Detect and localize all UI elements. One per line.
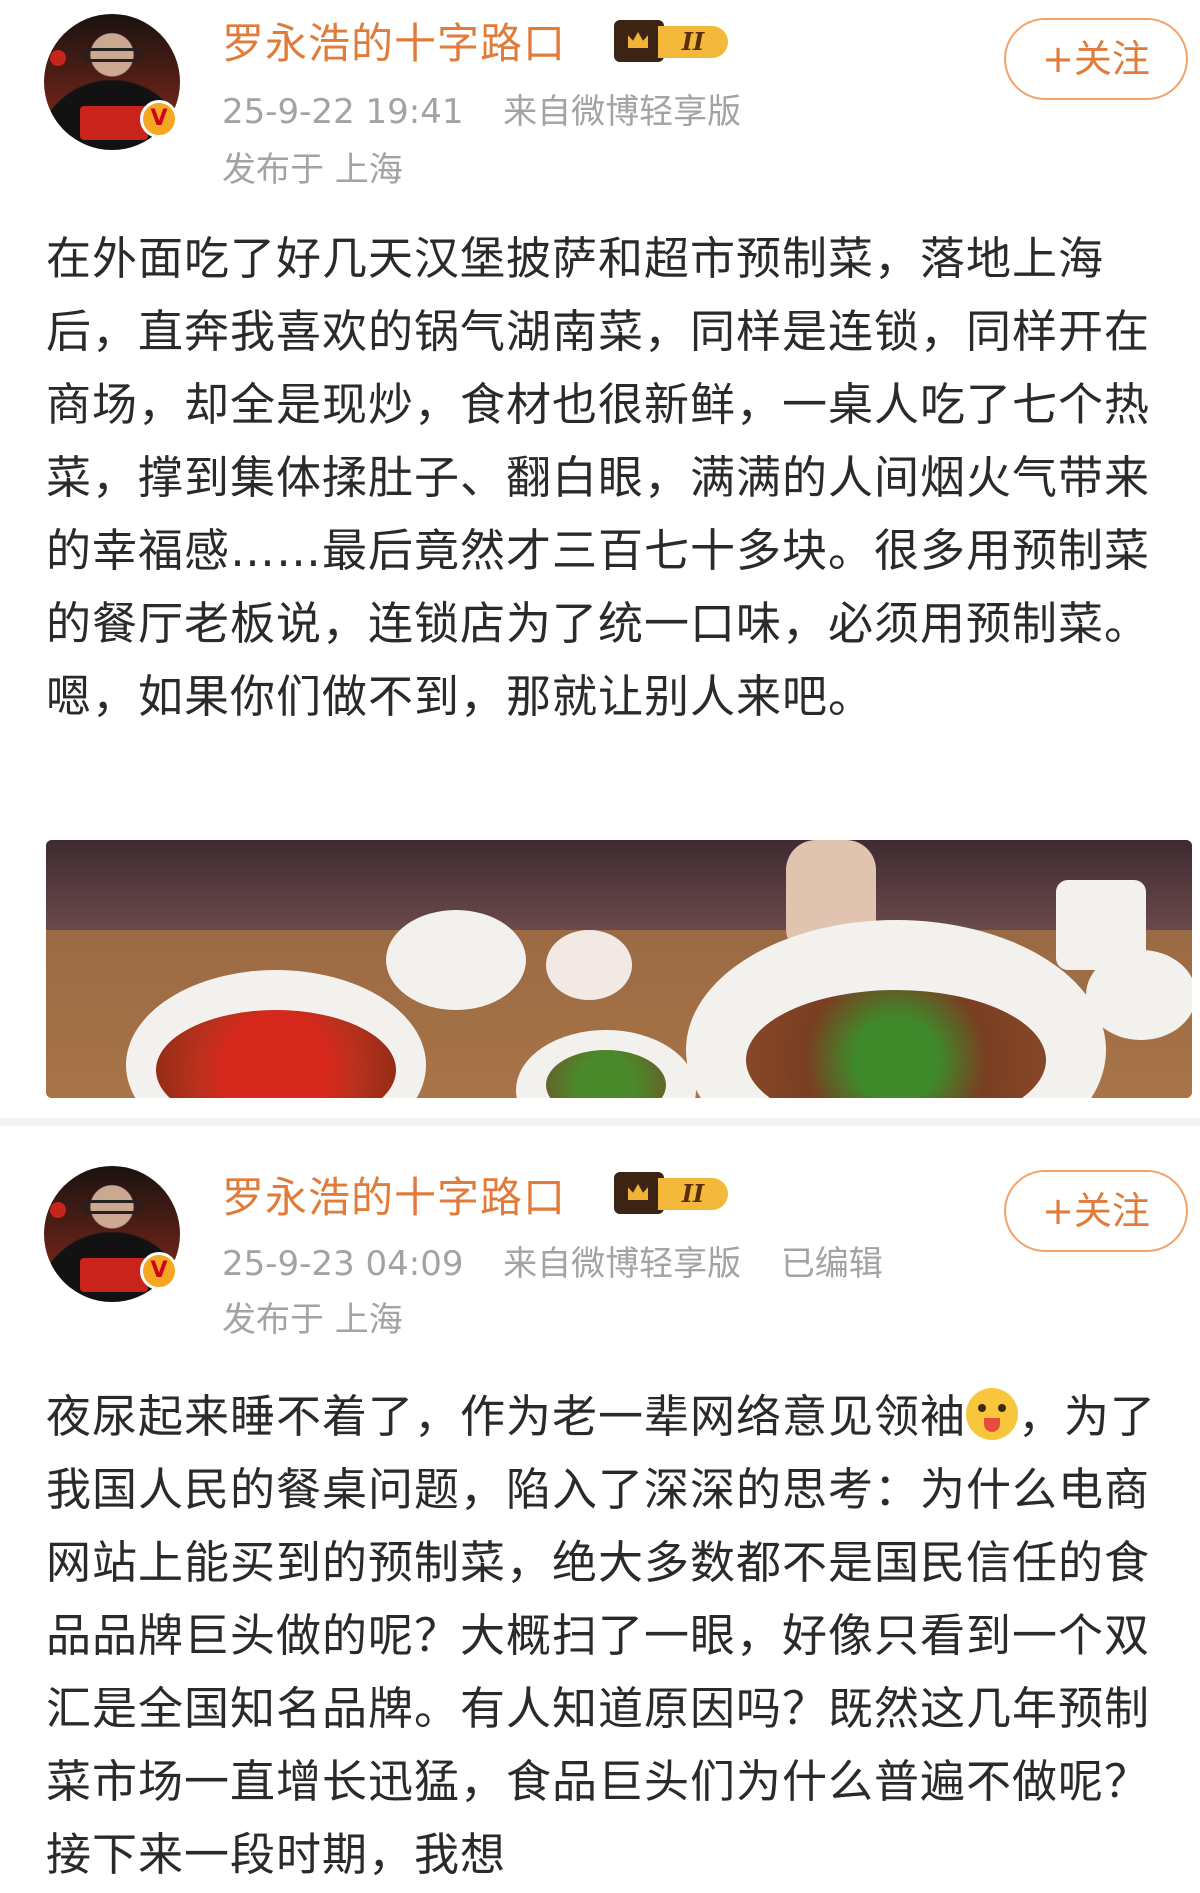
avatar-glasses xyxy=(82,48,142,62)
verified-icon: V xyxy=(140,1252,178,1290)
post-text-part: ，为了我国人民的餐桌问题，陷入了深深的思考：为什么电商网站上能买到的预制菜，绝大… xyxy=(46,1390,1157,1881)
post-location: 发布于 上海 xyxy=(222,150,403,190)
weibo-post: V 罗永浩的十字路口 II 25-9-23 04:09 来自微博轻享版 已编辑 … xyxy=(0,1126,1200,1893)
post-meta: 25-9-22 19:41 来自微博轻享版 xyxy=(222,84,741,133)
edited-label: 已编辑 xyxy=(780,1244,883,1284)
photo-background xyxy=(46,840,1192,930)
photo-teacup xyxy=(1086,950,1192,1040)
channel-logo-icon xyxy=(50,1202,66,1218)
post-meta: 25-9-23 04:09 来自微博轻享版 已编辑 xyxy=(222,1236,883,1285)
post-text: 夜尿起来睡不着了，作为老一辈网络意见领袖 ，为了我国人民的餐桌问题，陷入了深深的思… xyxy=(46,1380,1166,1891)
post-location: 发布于 上海 xyxy=(222,1300,403,1340)
post-divider xyxy=(0,1118,1200,1126)
avatar-caption-plate xyxy=(80,106,148,140)
avatar-caption-plate xyxy=(80,1258,148,1292)
follow-button[interactable]: +关注 xyxy=(1004,18,1188,100)
post-text-part: 夜尿起来睡不着了，作为老一辈网络意见领袖 xyxy=(46,1390,967,1443)
verified-icon: V xyxy=(140,100,178,138)
post-source: 来自微博轻享版 xyxy=(503,92,742,132)
photo-bowl xyxy=(546,930,632,1000)
username[interactable]: 罗永浩的十字路口 xyxy=(222,1164,566,1225)
post-image-food-table[interactable] xyxy=(46,840,1192,1098)
post-source: 来自微博轻享版 xyxy=(503,1244,742,1284)
crown-icon xyxy=(614,1172,664,1214)
post-text: 在外面吃了好几天汉堡披萨和超市预制菜，落地上海后，直奔我喜欢的锅气湖南菜，同样是… xyxy=(46,232,1151,723)
timestamp: 25-9-23 04:09 xyxy=(222,1244,464,1284)
weibo-post: V 罗永浩的十字路口 II 25-9-22 19:41 来自微博轻享版 发布于 … xyxy=(0,0,1200,1118)
level-label: II xyxy=(658,26,728,58)
member-level-badge[interactable]: II xyxy=(614,20,730,62)
tongue-out-emoji-icon xyxy=(966,1388,1019,1440)
crown-icon xyxy=(614,20,664,62)
avatar-glasses xyxy=(82,1200,142,1214)
photo-small-plate xyxy=(386,910,526,1010)
channel-logo-icon xyxy=(50,50,66,66)
timestamp: 25-9-22 19:41 xyxy=(222,92,464,132)
follow-button[interactable]: +关注 xyxy=(1004,1170,1188,1252)
level-label: II xyxy=(658,1178,728,1210)
member-level-badge[interactable]: II xyxy=(614,1172,730,1214)
username[interactable]: 罗永浩的十字路口 xyxy=(222,10,566,71)
